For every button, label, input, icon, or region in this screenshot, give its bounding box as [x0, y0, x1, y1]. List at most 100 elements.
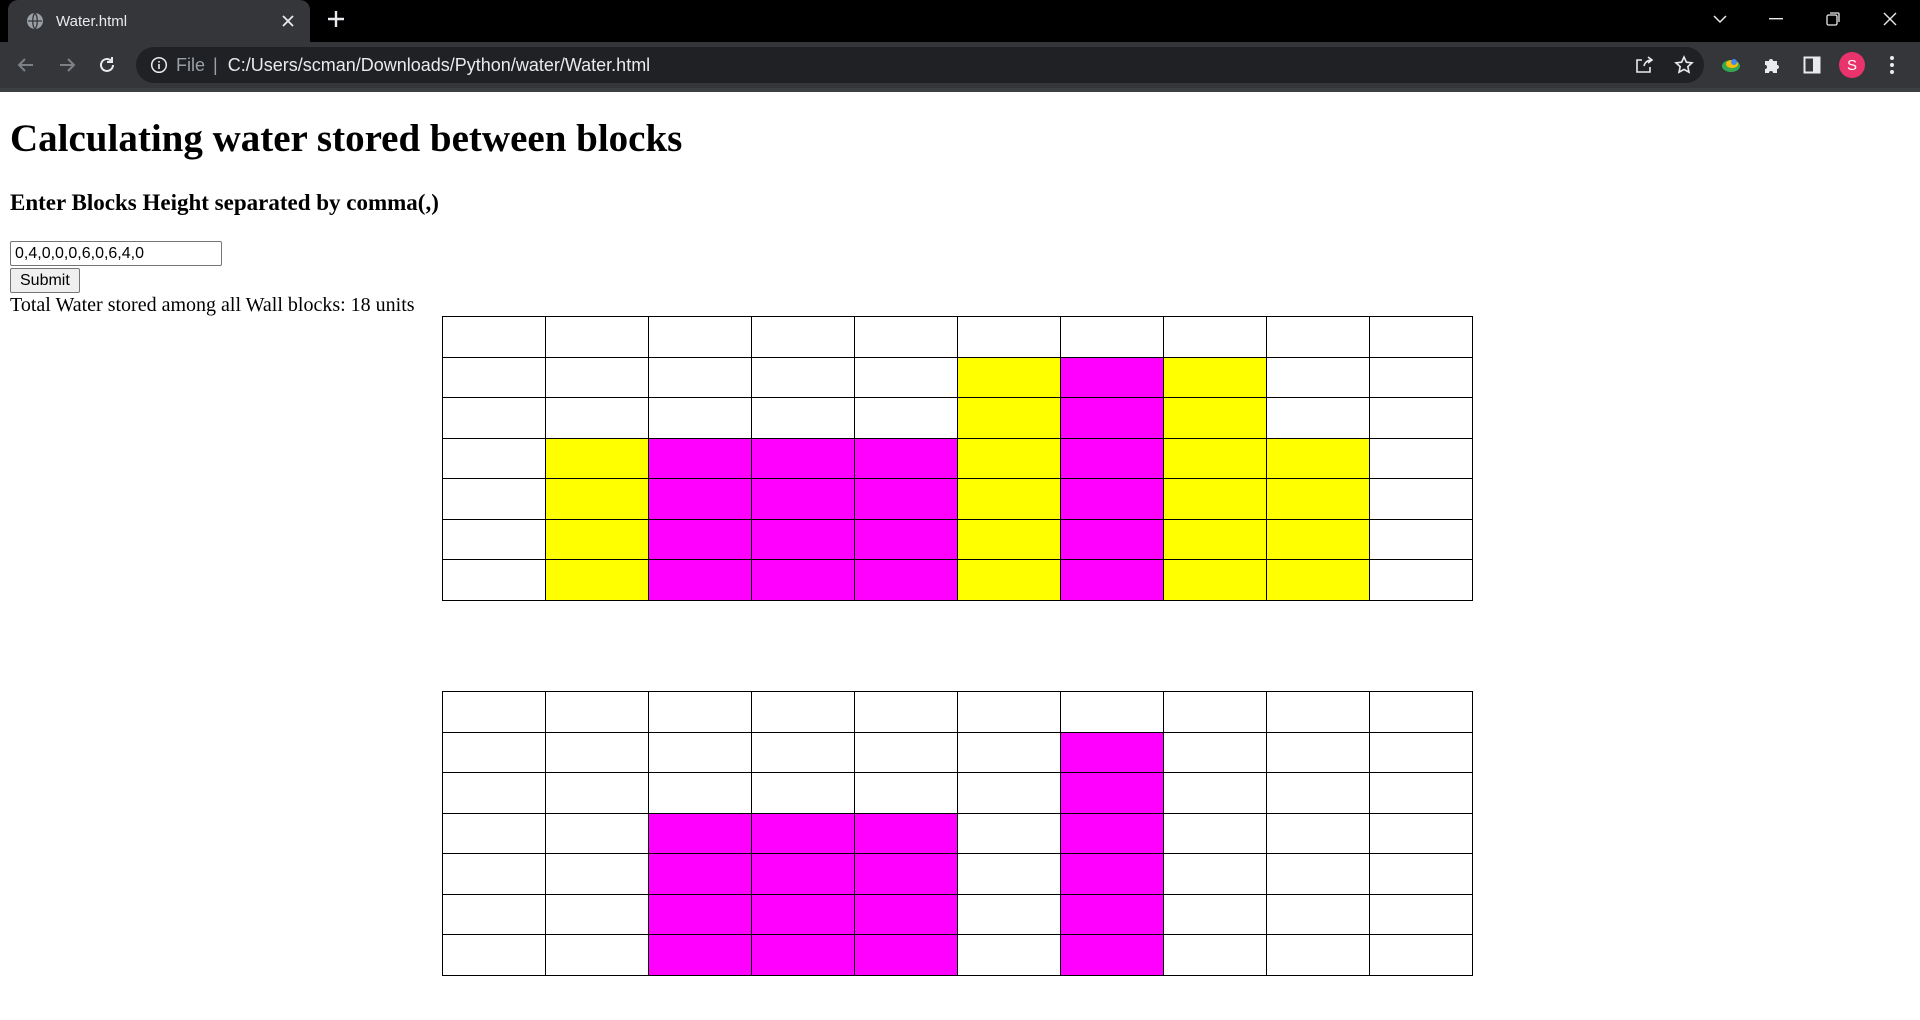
- empty-cell: [1369, 934, 1473, 976]
- tab-strip: Water.html: [0, 0, 1920, 42]
- water-cell: [751, 478, 855, 520]
- close-icon[interactable]: [278, 11, 298, 31]
- empty-cell: [545, 812, 649, 854]
- empty-cell: [1163, 691, 1267, 733]
- submit-button[interactable]: Submit: [10, 268, 80, 293]
- empty-cell: [545, 731, 649, 773]
- empty-cell: [957, 893, 1061, 935]
- empty-cell: [1163, 853, 1267, 895]
- empty-cell: [1266, 934, 1370, 976]
- wall-cell: [1163, 518, 1267, 560]
- wall-cell: [545, 478, 649, 520]
- empty-cell: [1266, 356, 1370, 398]
- empty-cell: [648, 772, 752, 814]
- restore-icon[interactable]: [1813, 0, 1853, 38]
- heights-input[interactable]: [10, 241, 222, 266]
- water-cell: [751, 893, 855, 935]
- water-cell: [1060, 559, 1164, 601]
- grid-row: [442, 893, 1473, 935]
- browser-tab[interactable]: Water.html: [8, 0, 310, 42]
- empty-cell: [854, 691, 958, 733]
- empty-cell: [1369, 812, 1473, 854]
- result-text: Total Water stored among all Wall blocks…: [10, 294, 415, 316]
- empty-cell: [545, 772, 649, 814]
- toolbar-divider: [0, 88, 1920, 92]
- grid-row: [442, 478, 1473, 520]
- water-cell: [751, 934, 855, 976]
- water-cell: [854, 934, 958, 976]
- empty-cell: [1163, 316, 1267, 358]
- empty-cell: [1369, 518, 1473, 560]
- empty-cell: [1369, 893, 1473, 935]
- wall-cell: [957, 518, 1061, 560]
- empty-cell: [957, 731, 1061, 773]
- wall-cell: [1163, 437, 1267, 479]
- grid-row: [442, 772, 1473, 814]
- grid-row: [442, 731, 1473, 773]
- wall-cell: [1163, 356, 1267, 398]
- arrow-left-icon[interactable]: [12, 51, 40, 79]
- empty-cell: [545, 316, 649, 358]
- wall-cell: [1266, 437, 1370, 479]
- water-cell: [648, 934, 752, 976]
- empty-cell: [1369, 772, 1473, 814]
- water-cell: [648, 853, 752, 895]
- empty-cell: [751, 691, 855, 733]
- walls-and-water-grid: [442, 316, 1473, 601]
- wall-cell: [1163, 397, 1267, 439]
- grid-row: [442, 934, 1473, 976]
- empty-cell: [751, 772, 855, 814]
- empty-cell: [1266, 893, 1370, 935]
- water-cell: [1060, 397, 1164, 439]
- wall-cell: [957, 437, 1061, 479]
- star-icon[interactable]: [1666, 47, 1702, 83]
- address-bar[interactable]: File | C:/Users/scman/Downloads/Python/w…: [136, 47, 1704, 83]
- wall-cell: [957, 397, 1061, 439]
- empty-cell: [751, 731, 855, 773]
- empty-cell: [442, 356, 546, 398]
- grid-row: [442, 518, 1473, 560]
- water-only-grid: [442, 691, 1473, 976]
- water-cell: [648, 437, 752, 479]
- minimize-icon[interactable]: [1756, 0, 1796, 38]
- empty-cell: [957, 853, 1061, 895]
- extension-color-icon[interactable]: [1717, 51, 1745, 79]
- empty-cell: [957, 316, 1061, 358]
- empty-cell: [442, 812, 546, 854]
- share-icon[interactable]: [1626, 47, 1662, 83]
- wall-cell: [957, 356, 1061, 398]
- empty-cell: [1266, 812, 1370, 854]
- empty-cell: [648, 731, 752, 773]
- empty-cell: [1266, 731, 1370, 773]
- puzzle-icon[interactable]: [1758, 51, 1786, 79]
- empty-cell: [957, 772, 1061, 814]
- profile-avatar[interactable]: S: [1838, 51, 1866, 79]
- water-cell: [854, 853, 958, 895]
- arrow-right-icon[interactable]: [53, 51, 81, 79]
- water-cell: [854, 478, 958, 520]
- empty-cell: [648, 356, 752, 398]
- globe-icon: [27, 12, 43, 30]
- water-cell: [1060, 731, 1164, 773]
- tab-search-icon[interactable]: [1700, 0, 1740, 38]
- empty-cell: [442, 559, 546, 601]
- side-panel-icon[interactable]: [1798, 51, 1826, 79]
- plus-icon[interactable]: [322, 8, 350, 36]
- empty-cell: [854, 772, 958, 814]
- reload-icon[interactable]: [93, 51, 121, 79]
- empty-cell: [545, 397, 649, 439]
- close-window-icon[interactable]: [1870, 0, 1910, 38]
- info-icon[interactable]: [150, 56, 168, 74]
- url-text[interactable]: C:/Users/scman/Downloads/Python/water/Wa…: [228, 55, 650, 76]
- empty-cell: [1369, 559, 1473, 601]
- kebab-menu-icon[interactable]: [1878, 51, 1906, 79]
- empty-cell: [648, 316, 752, 358]
- empty-cell: [648, 691, 752, 733]
- water-cell: [1060, 518, 1164, 560]
- tab-title: Water.html: [56, 12, 128, 30]
- water-cell: [1060, 934, 1164, 976]
- water-cell: [751, 437, 855, 479]
- water-cell: [1060, 893, 1164, 935]
- empty-cell: [957, 691, 1061, 733]
- empty-cell: [442, 731, 546, 773]
